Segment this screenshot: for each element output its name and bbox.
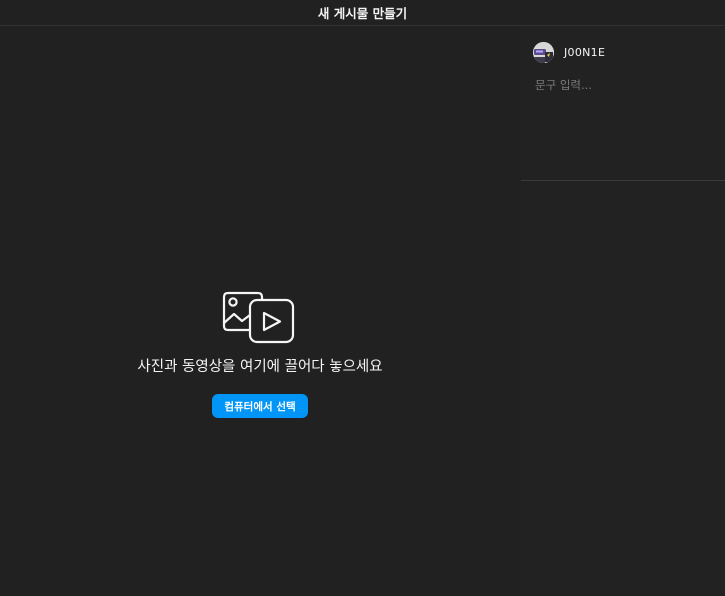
modal-header: 새 게시물 만들기 [0, 0, 725, 26]
select-from-computer-button[interactable]: 컴퓨터에서 선택 [212, 394, 308, 418]
user-row: J00N1E [533, 41, 605, 63]
avatar-image [533, 41, 554, 63]
photo-video-icon [222, 291, 295, 344]
modal-title: 새 게시물 만들기 [317, 6, 408, 21]
upload-center: 사진과 동영상을 여기에 끌어다 놓으세요 컴퓨터에서 선택 [0, 290, 520, 418]
username: J00N1E [564, 45, 606, 59]
avatar [533, 41, 554, 63]
upload-prompt: 사진과 동영상을 여기에 끌어다 놓으세요 [137, 359, 383, 375]
composer-divider [521, 180, 725, 181]
composer-panel: J00N1E [521, 27, 725, 596]
upload-drop-zone[interactable]: 사진과 동영상을 여기에 끌어다 놓으세요 컴퓨터에서 선택 [0, 27, 520, 596]
caption-input[interactable] [533, 75, 717, 169]
